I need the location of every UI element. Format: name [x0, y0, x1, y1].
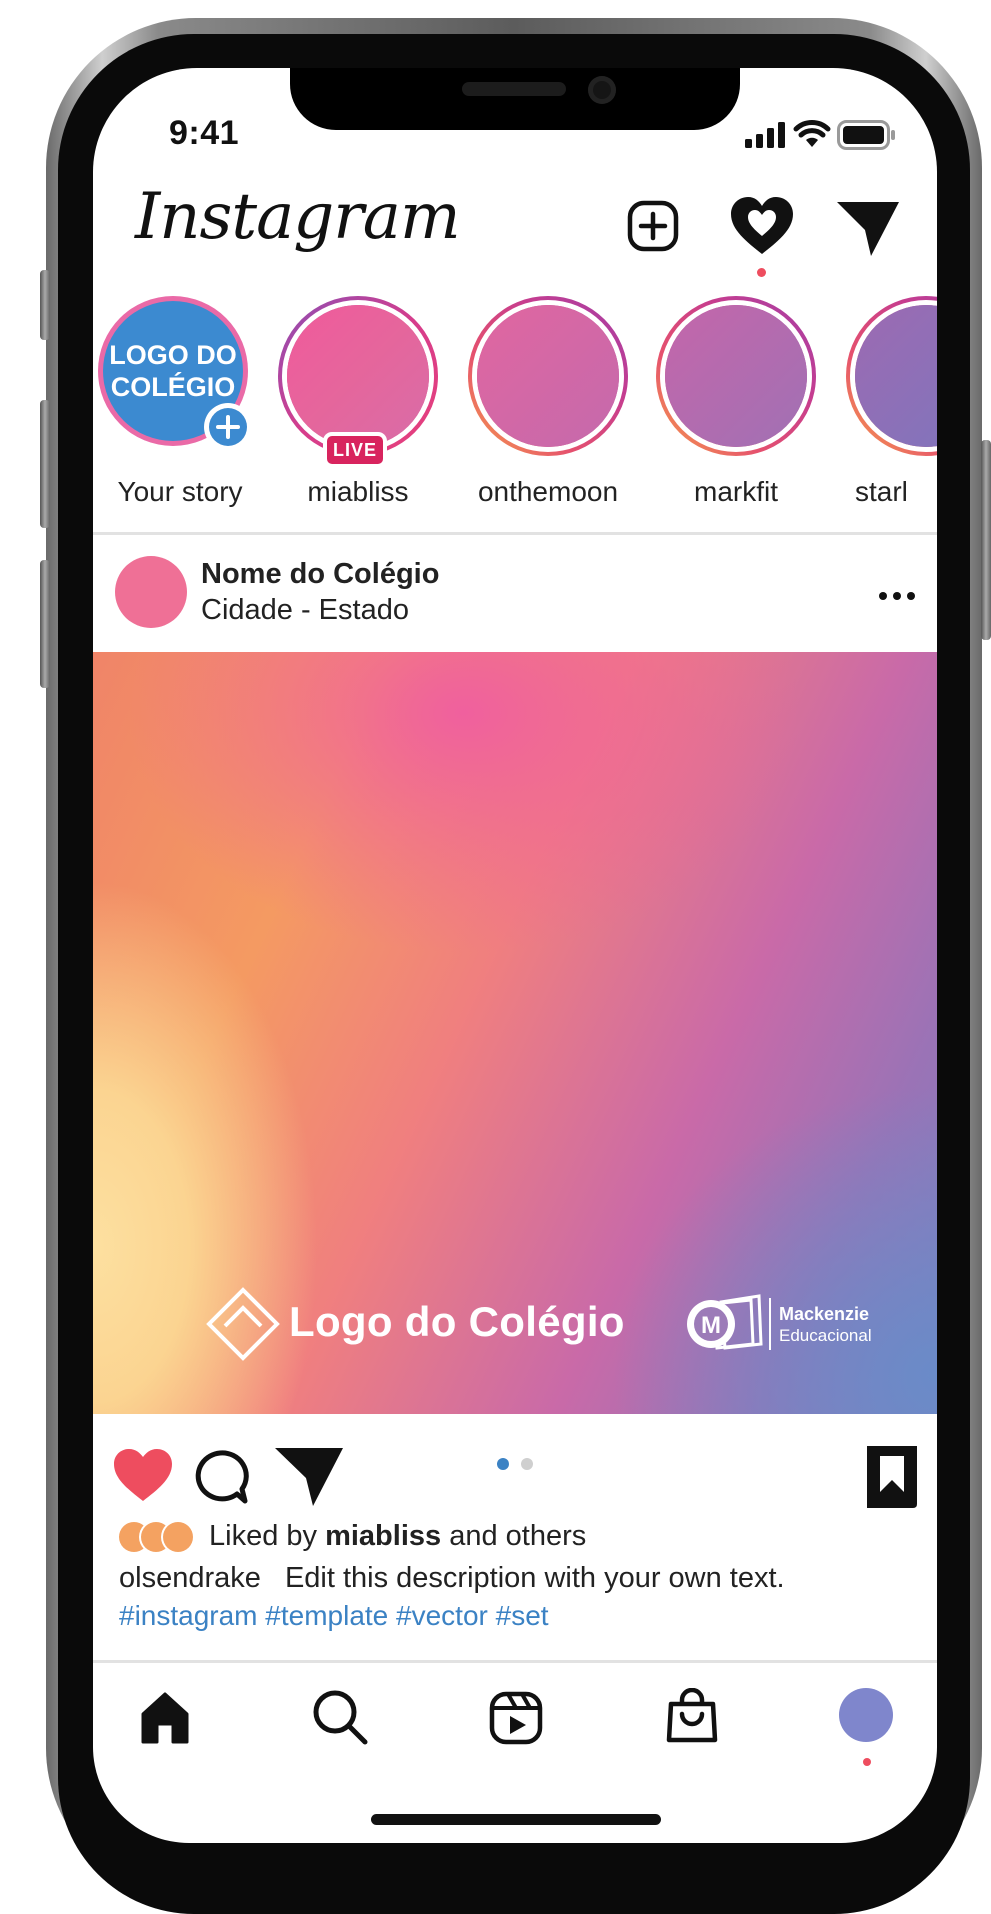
shop-icon[interactable]	[665, 1688, 719, 1746]
liked-by-avatar-3	[163, 1522, 193, 1552]
story-label: onthemoon	[477, 476, 619, 507]
wifi-icon	[793, 120, 831, 147]
plus-icon	[216, 415, 240, 439]
profile-notification-dot	[863, 1758, 871, 1766]
earpiece-speaker	[462, 82, 566, 96]
likes-prefix: Liked by	[209, 1520, 318, 1552]
post-image[interactable]: Logo do Colégio M Mackenzie Educacional	[93, 652, 937, 1414]
caption-hashtags[interactable]: #instagram #template #vector #set	[119, 1600, 549, 1632]
avatar-logo-text-line2: COLÉGIO	[110, 372, 236, 402]
power-button	[981, 440, 991, 640]
school-logo-text: Logo do Colégio	[289, 1298, 625, 1345]
search-icon[interactable]	[311, 1688, 369, 1746]
volume-up-button	[40, 400, 50, 528]
story-avatar	[287, 305, 429, 447]
svg-text:M: M	[701, 1312, 721, 1339]
stories-divider	[93, 532, 937, 535]
likes-suffix: and others	[449, 1520, 587, 1552]
caption-user[interactable]: olsendrake	[119, 1562, 261, 1594]
front-camera	[588, 76, 616, 104]
profile-avatar[interactable]	[839, 1688, 893, 1742]
signal-icon	[745, 122, 785, 148]
battery-icon	[837, 120, 895, 150]
direct-messages-icon[interactable]	[835, 198, 901, 258]
caption-text: Edit this description with your own text…	[284, 1562, 785, 1594]
volume-down-button	[40, 560, 50, 688]
add-story-icon[interactable]	[209, 408, 247, 446]
home-icon[interactable]	[137, 1690, 193, 1746]
story-label: starl	[855, 476, 908, 507]
caption: olsendrake Edit this description with yo…	[119, 1562, 785, 1595]
new-post-icon[interactable]	[627, 200, 679, 252]
reels-icon[interactable]	[488, 1690, 544, 1746]
activity-notification-dot	[757, 268, 766, 277]
school-logo-icon	[206, 1287, 280, 1361]
mackenzie-emblem-icon: M	[687, 1294, 763, 1350]
share-icon[interactable]	[273, 1444, 345, 1508]
post-author-name[interactable]: Nome do Colégio	[201, 558, 439, 591]
live-badge: LIVE	[327, 436, 383, 464]
partner-subtitle: Educacional	[779, 1326, 872, 1345]
logo-separator	[769, 1298, 771, 1350]
carousel-dot	[521, 1458, 533, 1470]
story-avatar	[477, 305, 619, 447]
story-avatar	[665, 305, 807, 447]
status-time: 9:41	[169, 114, 240, 152]
instagram-logo[interactable]: Instagram	[135, 180, 461, 254]
phone-notch	[290, 68, 740, 130]
avatar-logo-text-line1: LOGO DO	[109, 340, 237, 370]
likes-summary[interactable]: Liked by miabliss and others	[209, 1520, 586, 1553]
mute-switch	[40, 270, 50, 340]
post-author-avatar[interactable]	[115, 556, 187, 628]
phone-screen: 9:41 Instagram LOGO DO COLÉGIO Your stor…	[93, 68, 937, 1843]
carousel-dot-active	[497, 1458, 509, 1470]
like-heart-icon[interactable]	[111, 1446, 175, 1504]
more-options-icon[interactable]	[877, 590, 917, 602]
story-label: markfit	[694, 476, 778, 507]
comment-icon[interactable]	[191, 1448, 249, 1506]
save-bookmark-icon[interactable]	[863, 1442, 921, 1510]
bottom-nav-divider	[93, 1660, 937, 1663]
likes-user[interactable]: miabliss	[325, 1520, 441, 1552]
story-label: miabliss	[307, 476, 409, 507]
post-location[interactable]: Cidade - Estado	[201, 594, 409, 627]
activity-heart-icon[interactable]	[727, 194, 797, 258]
home-indicator	[371, 1814, 661, 1825]
partner-name: Mackenzie	[779, 1304, 870, 1324]
